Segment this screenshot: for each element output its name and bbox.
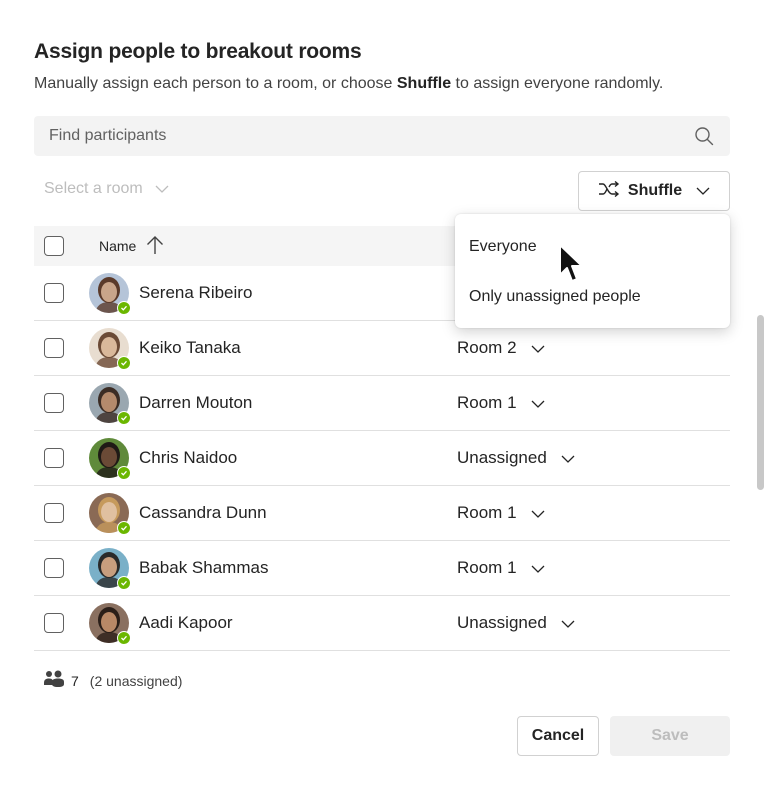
shuffle-icon [598,180,620,202]
room-label: Room 2 [457,338,517,357]
room-label: Room 1 [457,558,517,577]
row-checkbox[interactable] [44,338,64,358]
avatar [89,273,131,315]
save-button[interactable]: Save [610,716,730,756]
participant-name: Babak Shammas [139,558,269,577]
participant-count: 7 (2 unassigned) [44,670,182,691]
row-checkbox[interactable] [44,503,64,523]
table-row: Babak Shammas Room 1 [34,541,730,596]
select-room-dropdown[interactable]: Select a room [44,180,169,198]
room-label: Room 1 [457,393,517,412]
shuffle-label: Shuffle [627,182,683,199]
unassigned-count: (2 unassigned) [89,672,183,689]
table-row: Cassandra Dunn Room 1 [34,486,730,541]
avatar [89,383,131,425]
dialog-subtitle: Manually assign each person to a room, o… [34,75,663,93]
subtitle-text: Manually assign each person to a room, o… [34,75,397,92]
avatar [89,493,131,535]
avatar [89,438,131,480]
presence-available-icon [117,466,131,480]
participant-name: Cassandra Dunn [139,503,267,522]
subtitle-text-end: to assign everyone randomly. [451,75,664,92]
avatar [89,328,131,370]
participant-name: Chris Naidoo [139,448,238,467]
presence-available-icon [117,521,131,535]
row-checkbox[interactable] [44,283,64,303]
row-checkbox[interactable] [44,558,64,578]
participant-name: Keiko Tanaka [139,338,241,357]
search-input[interactable] [49,116,684,156]
shuffle-menu: Everyone Only unassigned people [455,214,730,328]
name-column-header[interactable]: Name [99,235,164,258]
participant-name: Aadi Kapoor [139,613,233,632]
chevron-down-icon [155,180,169,198]
select-room-label: Select a room [44,180,143,197]
menu-item-only-unassigned[interactable]: Only unassigned people [469,288,641,306]
chevron-down-icon [696,182,710,200]
chevron-down-icon [561,448,575,468]
presence-available-icon [117,411,131,425]
cancel-button[interactable]: Cancel [517,716,599,756]
row-checkbox[interactable] [44,448,64,468]
chevron-down-icon [531,558,545,578]
row-checkbox[interactable] [44,613,64,633]
search-icon[interactable] [684,116,724,156]
chevron-down-icon [561,613,575,633]
table-row: Chris Naidoo Unassigned [34,431,730,486]
chevron-down-icon [531,393,545,413]
participant-total: 7 [71,672,79,689]
shuffle-button[interactable]: Shuffle [578,171,730,211]
table-row: Keiko Tanaka Room 2 [34,321,730,376]
table-row: Darren Mouton Room 1 [34,376,730,431]
presence-available-icon [117,301,131,315]
people-icon [44,670,66,691]
chevron-down-icon [531,503,545,523]
mouse-cursor-icon [558,243,588,292]
search-box [34,116,730,156]
row-checkbox[interactable] [44,393,64,413]
presence-available-icon [117,576,131,590]
room-dropdown[interactable]: Unassigned [457,448,575,468]
room-dropdown[interactable]: Room 1 [457,558,545,578]
dialog-title: Assign people to breakout rooms [34,40,362,63]
presence-available-icon [117,631,131,645]
menu-item-everyone[interactable]: Everyone [469,238,537,256]
room-label: Unassigned [457,613,547,632]
room-dropdown[interactable]: Unassigned [457,613,575,633]
name-header-label: Name [99,238,137,254]
subtitle-bold: Shuffle [396,75,452,92]
presence-available-icon [117,356,131,370]
participant-name: Darren Mouton [139,393,253,412]
participant-name: Serena Ribeiro [139,283,253,302]
sort-ascending-icon [146,235,164,258]
avatar [89,548,131,590]
chevron-down-icon [531,338,545,358]
room-dropdown[interactable]: Room 1 [457,393,545,413]
room-dropdown[interactable]: Room 1 [457,503,545,523]
avatar [89,603,131,645]
room-label: Room 1 [457,503,517,522]
table-row: Aadi Kapoor Unassigned [34,596,730,651]
select-all-checkbox[interactable] [44,236,64,256]
room-dropdown[interactable]: Room 2 [457,338,545,358]
scrollbar[interactable] [757,315,764,490]
room-label: Unassigned [457,448,547,467]
